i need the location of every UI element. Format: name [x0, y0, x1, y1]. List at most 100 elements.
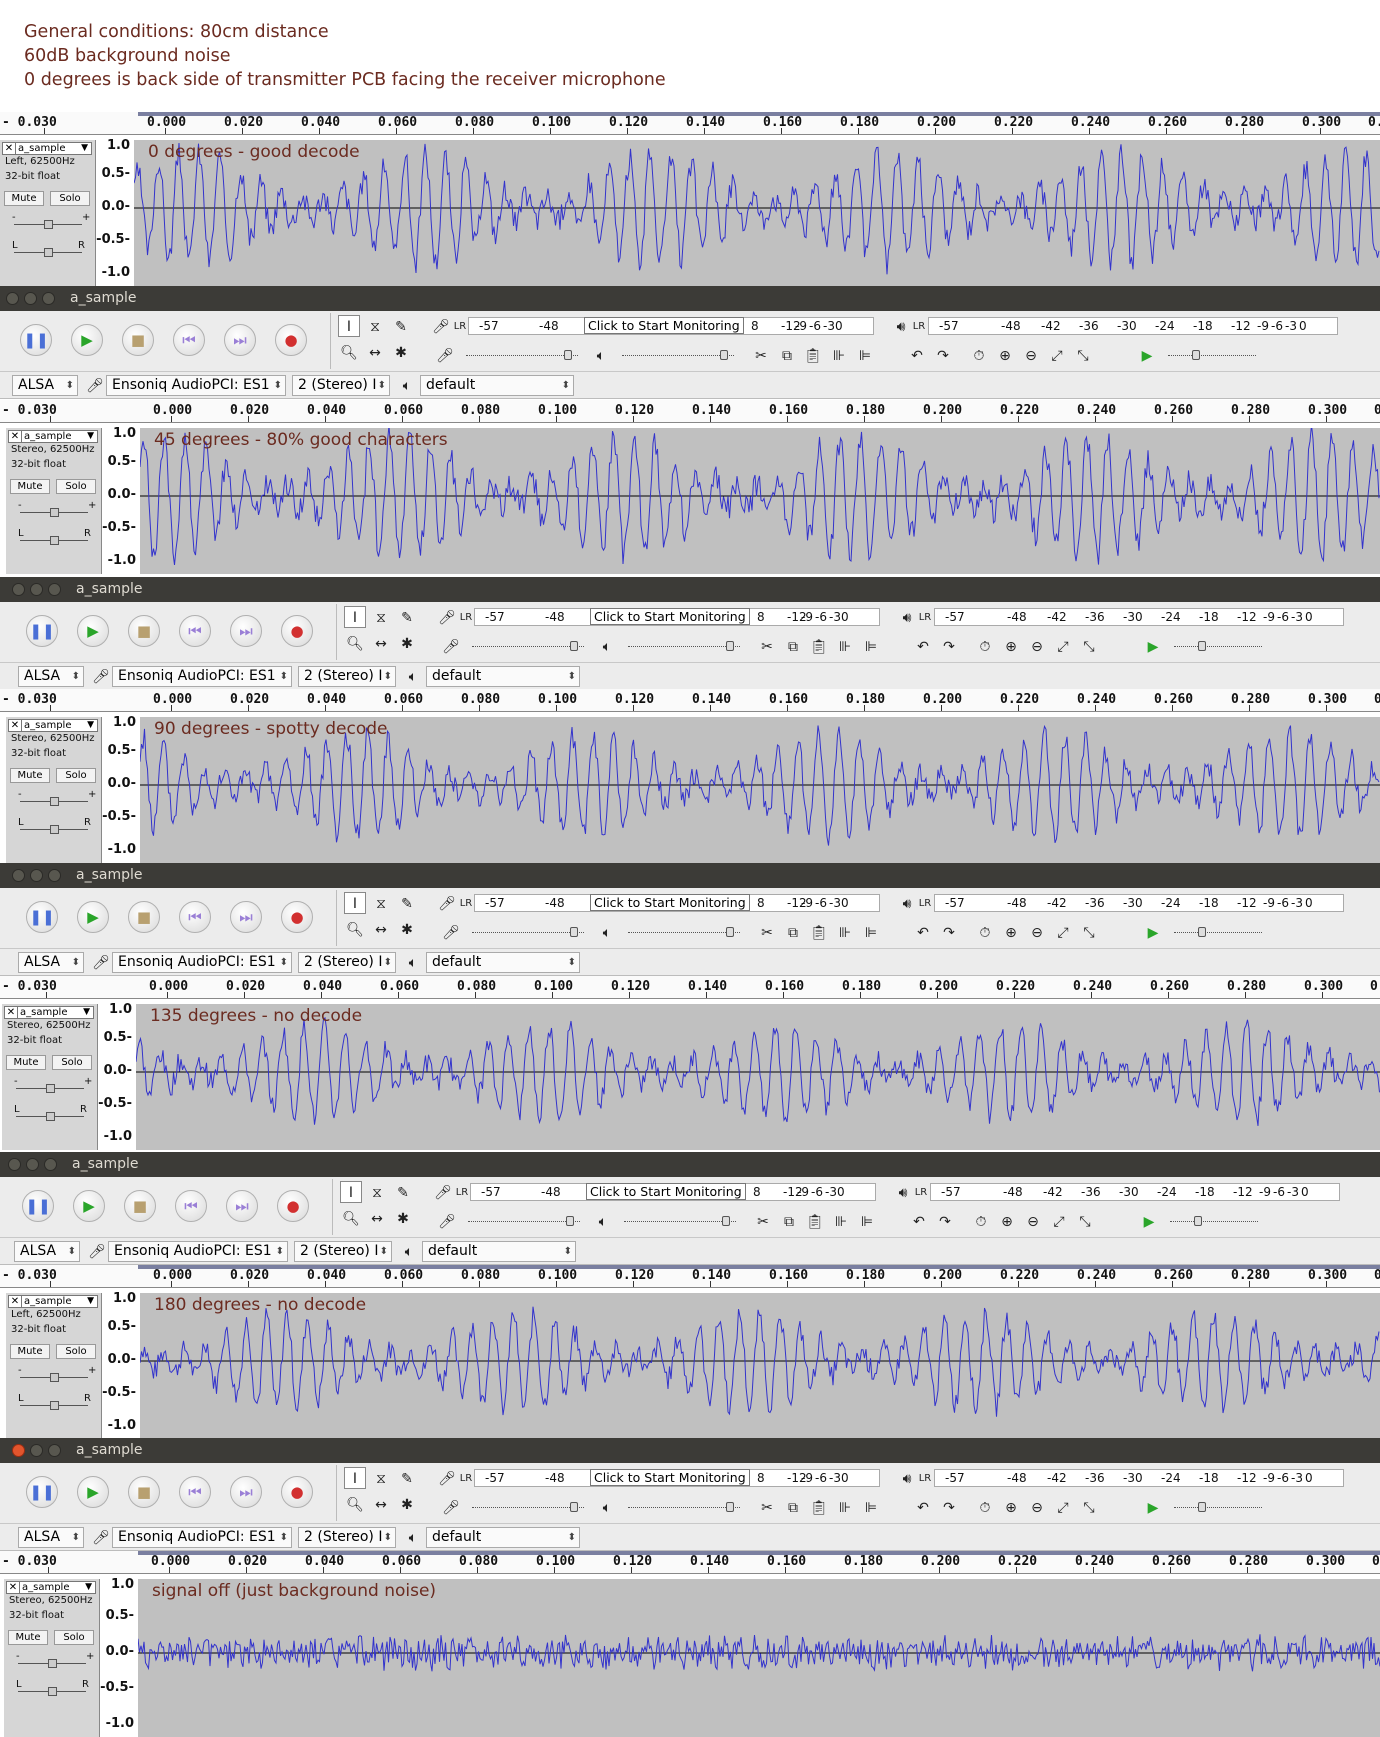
- play-button[interactable]: ▶: [77, 615, 109, 647]
- selection-tool-button[interactable]: I: [340, 1181, 362, 1203]
- pause-button[interactable]: ❚❚: [20, 324, 52, 356]
- copy-icon[interactable]: ⧉: [776, 344, 798, 366]
- pause-button[interactable]: ❚❚: [26, 901, 58, 933]
- record-button[interactable]: ●: [281, 1476, 313, 1508]
- timeshift-tool-button[interactable]: ↔: [370, 918, 392, 940]
- gain-slider-knob[interactable]: [50, 508, 59, 517]
- track-name-menu[interactable]: ✕ a_sample ▼: [4, 1006, 94, 1019]
- output-volume-knob[interactable]: [726, 927, 734, 937]
- minimize-window-button[interactable]: [30, 583, 43, 596]
- gain-slider[interactable]: [20, 1373, 88, 1382]
- pan-slider-knob[interactable]: [48, 1687, 57, 1696]
- skip-start-button[interactable]: ⏮: [179, 1476, 211, 1508]
- draw-tool-button[interactable]: ✎: [396, 892, 418, 914]
- play-button[interactable]: ▶: [77, 901, 109, 933]
- solo-button[interactable]: Solo: [52, 1055, 92, 1070]
- track-name-menu[interactable]: ✕ a_sample ▼: [8, 1295, 98, 1308]
- trim-icon[interactable]: ⊪: [834, 1496, 856, 1518]
- zoom-out-icon[interactable]: ⊖: [1020, 344, 1042, 366]
- skip-start-button[interactable]: ⏮: [175, 1190, 207, 1222]
- redo-icon[interactable]: ↷: [938, 1496, 960, 1518]
- undo-icon[interactable]: ↶: [908, 1210, 930, 1232]
- dropdown-arrow-icon[interactable]: ▼: [87, 431, 94, 442]
- zoom-out-icon[interactable]: ⊖: [1026, 1496, 1048, 1518]
- input-volume-knob[interactable]: [570, 927, 578, 937]
- waveform-area[interactable]: signal off (just background noise): [138, 1579, 1380, 1737]
- pan-slider-knob[interactable]: [44, 248, 53, 257]
- skip-start-button[interactable]: ⏮: [173, 324, 205, 356]
- stop-button[interactable]: ■: [122, 324, 154, 356]
- close-track-icon[interactable]: ✕: [3, 143, 16, 154]
- close-window-button[interactable]: [12, 869, 25, 882]
- output-volume-slider[interactable]: [622, 350, 734, 360]
- track-name[interactable]: a_sample: [20, 1007, 68, 1018]
- track-name-menu[interactable]: ✕ a_sample ▼: [8, 719, 98, 732]
- play-at-speed-icon[interactable]: ▶: [1142, 635, 1164, 657]
- zoom-in-icon[interactable]: ⊕: [1000, 921, 1022, 943]
- output-volume-slider[interactable]: [628, 927, 740, 937]
- waveform-area[interactable]: 180 degrees - no decode: [140, 1293, 1380, 1439]
- timeline-ruler[interactable]: - 0.030 0.000 0.020 0.040 0.060 0.080 0.100 0.1…: [0, 112, 1380, 135]
- play-speed-slider[interactable]: [1174, 641, 1262, 651]
- maximize-window-button[interactable]: [44, 1158, 57, 1171]
- recording-device-select[interactable]: Ensoniq AudioPCI: ES1 ⬍: [112, 666, 292, 687]
- zoom-out-icon[interactable]: ⊖: [1026, 921, 1048, 943]
- gain-slider[interactable]: [14, 220, 82, 229]
- cut-icon[interactable]: ✂: [756, 1496, 778, 1518]
- output-volume-knob[interactable]: [726, 1502, 734, 1512]
- silence-icon[interactable]: ⊫: [854, 344, 876, 366]
- skip-end-button[interactable]: ⏭: [230, 1476, 262, 1508]
- undo-icon[interactable]: ↶: [912, 1496, 934, 1518]
- input-volume-slider[interactable]: [472, 641, 584, 651]
- play-speed-slider[interactable]: [1174, 1502, 1262, 1512]
- undo-icon[interactable]: ↶: [912, 921, 934, 943]
- draw-tool-button[interactable]: ✎: [396, 606, 418, 628]
- play-speed-knob[interactable]: [1194, 1216, 1202, 1226]
- input-volume-knob[interactable]: [570, 641, 578, 651]
- close-window-button[interactable]: [12, 583, 25, 596]
- maximize-window-button[interactable]: [48, 869, 61, 882]
- close-window-button[interactable]: [6, 292, 19, 305]
- fit-project-icon[interactable]: ⤡: [1074, 1210, 1096, 1232]
- envelope-tool-button[interactable]: ⧖: [366, 1181, 388, 1203]
- envelope-tool-button[interactable]: ⧖: [370, 606, 392, 628]
- pan-slider[interactable]: [14, 248, 82, 257]
- pan-slider-knob[interactable]: [50, 536, 59, 545]
- play-speed-knob[interactable]: [1192, 350, 1200, 360]
- gain-slider[interactable]: [20, 508, 88, 517]
- copy-icon[interactable]: ⧉: [782, 635, 804, 657]
- paste-icon[interactable]: 📋︎: [804, 1210, 826, 1232]
- trim-icon[interactable]: ⊪: [834, 921, 856, 943]
- fit-project-icon[interactable]: ⤡: [1078, 921, 1100, 943]
- dropdown-arrow-icon[interactable]: ▼: [81, 143, 88, 154]
- dropdown-arrow-icon[interactable]: ▼: [87, 1296, 94, 1307]
- output-volume-knob[interactable]: [726, 641, 734, 651]
- copy-icon[interactable]: ⧉: [782, 1496, 804, 1518]
- sync-lock-icon[interactable]: ⏱: [974, 921, 996, 943]
- play-at-speed-icon[interactable]: ▶: [1136, 344, 1158, 366]
- input-volume-knob[interactable]: [564, 350, 572, 360]
- close-track-icon[interactable]: ✕: [9, 720, 22, 731]
- stop-button[interactable]: ■: [128, 1476, 160, 1508]
- timeline-ruler[interactable]: - 0.030 0.000 0.020 0.040 0.060 0.080 0.100 0.1…: [0, 1551, 1380, 1574]
- play-at-speed-icon[interactable]: ▶: [1142, 1496, 1164, 1518]
- skip-start-button[interactable]: ⏮: [179, 901, 211, 933]
- pan-slider-knob[interactable]: [50, 1401, 59, 1410]
- close-track-icon[interactable]: ✕: [7, 1582, 20, 1593]
- fit-project-icon[interactable]: ⤡: [1072, 344, 1094, 366]
- copy-icon[interactable]: ⧉: [782, 921, 804, 943]
- stop-button[interactable]: ■: [124, 1190, 156, 1222]
- fit-project-icon[interactable]: ⤡: [1078, 635, 1100, 657]
- track-name[interactable]: a_sample: [24, 720, 72, 731]
- mute-button[interactable]: Mute: [4, 191, 44, 206]
- playback-meter[interactable]: -57 -48 -42 -36 -30 -24 -18 -12 -9 -6 -3 0: [928, 317, 1338, 335]
- selection-tool-button[interactable]: I: [344, 606, 366, 628]
- pause-button[interactable]: ❚❚: [26, 1476, 58, 1508]
- maximize-window-button[interactable]: [48, 1444, 61, 1457]
- play-speed-knob[interactable]: [1198, 1502, 1206, 1512]
- input-volume-slider[interactable]: [468, 1216, 580, 1226]
- gain-slider-knob[interactable]: [50, 1373, 59, 1382]
- silence-icon[interactable]: ⊫: [860, 1496, 882, 1518]
- track-name-menu[interactable]: ✕ a_sample ▼: [2, 142, 92, 155]
- skip-end-button[interactable]: ⏭: [230, 615, 262, 647]
